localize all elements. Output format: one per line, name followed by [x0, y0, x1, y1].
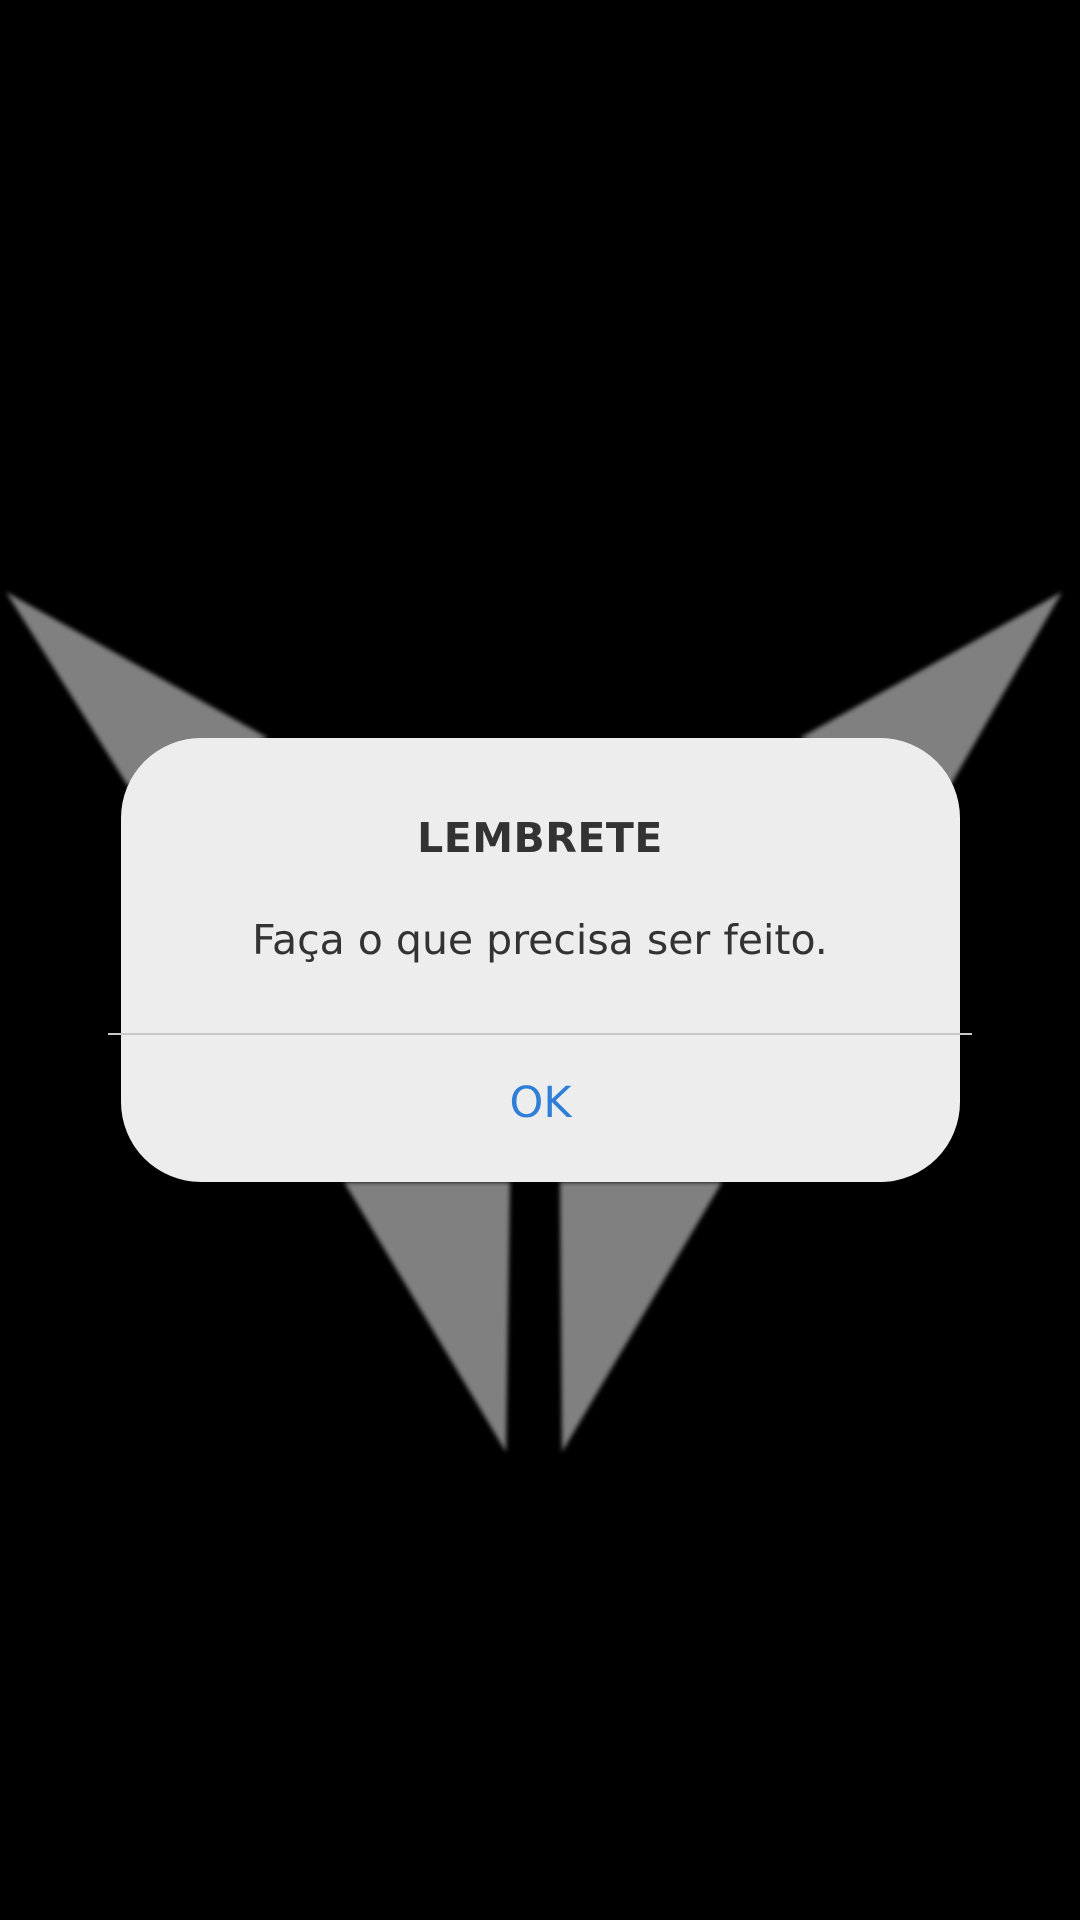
dialog-title: LEMBRETE [417, 814, 663, 862]
dialog-message: Faça o que precisa ser feito. [252, 916, 828, 964]
dialog-divider [108, 1033, 972, 1035]
logo-right-fang [560, 1182, 722, 1452]
ok-button[interactable]: OK [121, 1036, 960, 1170]
logo-left-fang [344, 1182, 510, 1452]
